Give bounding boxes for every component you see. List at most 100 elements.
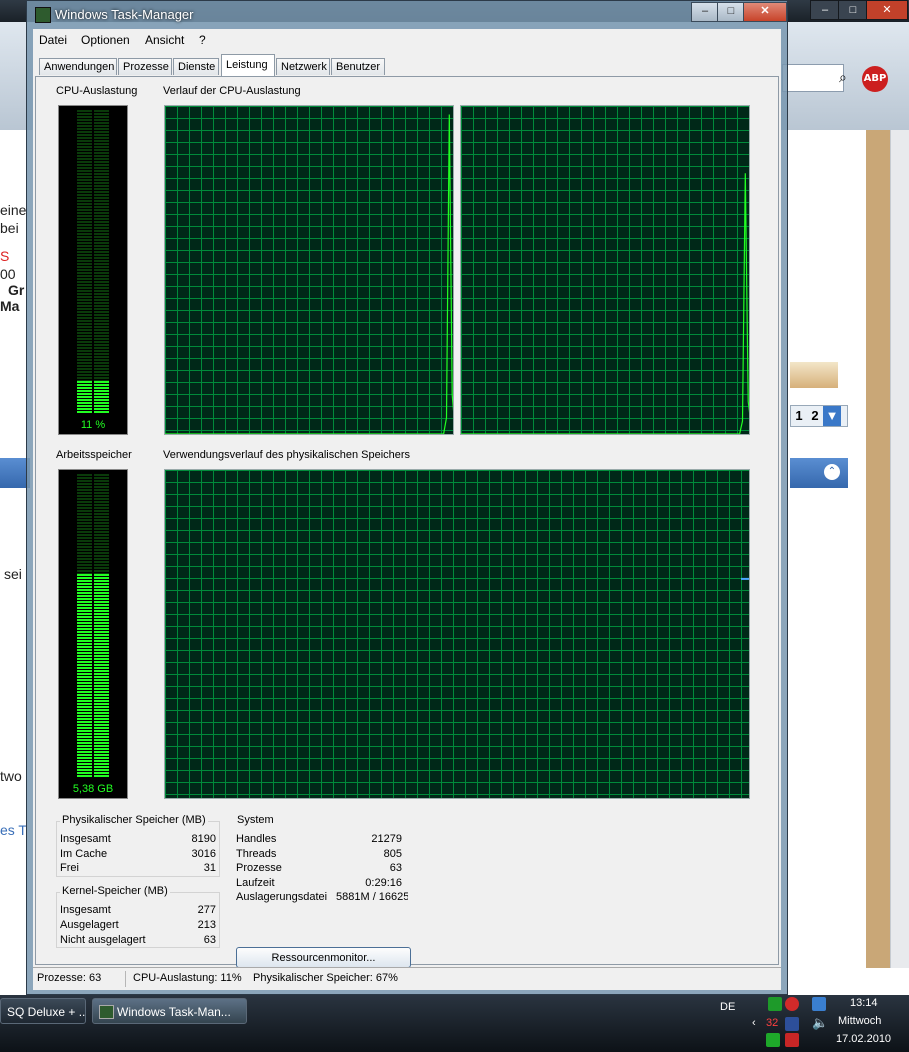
memory-history-label: Verwendungsverlauf des physikalischen Sp… (163, 449, 411, 461)
tray-number: 32 (766, 1017, 779, 1029)
physical-memory-title: Physikalischer Speicher (MB) (60, 814, 208, 826)
stat-label: Auslagerungsdatei (236, 891, 328, 903)
status-cpu: CPU-Auslastung: 11% (133, 972, 242, 984)
menubar: Datei Optionen Ansicht ? (33, 29, 781, 51)
tray-shield-icon[interactable] (766, 1033, 780, 1047)
collapse-icon[interactable]: ⌃ (824, 464, 840, 480)
pager-page-1[interactable]: 1 (791, 406, 807, 426)
search-icon[interactable]: ⌕ (839, 69, 847, 86)
close-button[interactable]: ✕ (743, 2, 787, 22)
volume-icon[interactable]: 🔈 (812, 1015, 828, 1031)
tab-benutzer[interactable]: Benutzer (331, 58, 385, 75)
cpu-history-graph-core-1 (164, 105, 454, 435)
tab-dienste[interactable]: Dienste (173, 58, 219, 75)
background-text: eine (0, 202, 27, 218)
client-area: Datei Optionen Ansicht ? Anwendungen Pro… (33, 29, 781, 990)
status-processes: Prozesse: 63 (37, 972, 102, 984)
cpu-history-label: Verlauf der CPU-Auslastung (163, 85, 301, 97)
stat-label: Prozesse (236, 862, 282, 874)
cpu-history-graph-core-2 (460, 105, 750, 435)
stat-value: 805 (383, 848, 402, 860)
background-panel-header: ⌃ (790, 458, 848, 488)
background-toolbar-icons[interactable] (790, 362, 838, 388)
background-text: Ma (0, 298, 20, 314)
task-manager-taskbar-icon (99, 1005, 114, 1019)
background-side-panel (866, 130, 890, 968)
adblock-icon[interactable]: ABP (862, 66, 888, 92)
cpu-usage-meter: 11 % (58, 105, 128, 435)
stat-value: 0:29:16 (365, 877, 402, 889)
cpu-meter-label: CPU-Auslastung (56, 85, 138, 97)
performance-panel: CPU-Auslastung 11 % Verlauf der CPU-Ausl… (35, 76, 779, 968)
stat-label: Ausgelagert (60, 919, 119, 931)
system-title: System (235, 814, 276, 826)
stat-value: 3016 (191, 848, 216, 860)
background-text: bei (0, 220, 19, 236)
background-text: sei (4, 566, 22, 582)
window-title: Windows Task-Manager (55, 7, 194, 22)
stat-label: Insgesamt (60, 904, 111, 916)
background-pager[interactable]: 1 2 ▼ (790, 405, 848, 427)
cpu-history-line-core-1 (165, 114, 453, 434)
background-text: S (0, 248, 10, 264)
memory-meter-divider (92, 474, 94, 778)
background-text: two (0, 768, 22, 784)
resource-monitor-button[interactable]: Ressourcenmonitor... (236, 947, 411, 968)
maximize-button[interactable]: □ (717, 2, 745, 22)
stat-value: 21279 (371, 833, 402, 845)
task-manager-app-icon (35, 7, 51, 23)
taskbar-item-label: Windows Task-Man... (117, 1005, 231, 1019)
taskbar: SQ Deluxe + ... Windows Task-Man... DE ‹… (0, 995, 909, 1052)
taskbar-item[interactable]: SQ Deluxe + ... (0, 998, 86, 1024)
tab-prozesse[interactable]: Prozesse (118, 58, 172, 75)
cpu-history-series (461, 173, 749, 434)
pager-page-2[interactable]: 2 (807, 406, 823, 426)
memory-history-graph (164, 469, 750, 799)
stat-value: 63 (203, 934, 216, 946)
stat-value: 213 (197, 919, 216, 931)
clock-weekday[interactable]: Mittwoch (838, 1015, 881, 1027)
chevron-down-icon[interactable]: ▼ (823, 406, 841, 426)
clock-date[interactable]: 17.02.2010 (836, 1033, 891, 1045)
tab-leistung[interactable]: Leistung (221, 54, 275, 76)
stat-value: 5881M / 16625M (336, 891, 408, 903)
menu-datei[interactable]: Datei (39, 33, 67, 47)
clock-time[interactable]: 13:14 (850, 997, 878, 1009)
background-close-button[interactable]: ✕ (866, 0, 908, 20)
stat-label: Nicht ausgelagert (60, 934, 146, 946)
tab-netzwerk[interactable]: Netzwerk (276, 58, 330, 75)
stat-value: 31 (203, 862, 216, 874)
stat-value: 63 (389, 862, 402, 874)
tray-alert-icon[interactable] (785, 997, 799, 1011)
menu-optionen[interactable]: Optionen (81, 33, 130, 47)
menu-ansicht[interactable]: Ansicht (145, 33, 184, 47)
stat-label: Laufzeit (236, 877, 275, 889)
memory-meter-label: Arbeitsspeicher (56, 449, 132, 461)
tray-monitor-icon[interactable] (812, 997, 826, 1011)
background-scrollbar[interactable] (890, 130, 909, 968)
tray-antivirus-icon[interactable] (785, 1033, 799, 1047)
stat-label: Frei (60, 862, 79, 874)
background-link[interactable]: es T (0, 822, 27, 838)
stat-label: Insgesamt (60, 833, 111, 845)
menu-help[interactable]: ? (199, 33, 206, 47)
language-indicator[interactable]: DE (720, 1001, 735, 1013)
stat-value: 277 (197, 904, 216, 916)
statusbar: Prozesse: 63 CPU-Auslastung: 11% Physika… (33, 967, 781, 990)
tray-expand-icon[interactable]: ‹ (752, 1017, 756, 1029)
background-minimize-button[interactable]: – (810, 0, 840, 20)
background-text: Gr (8, 282, 25, 298)
background-maximize-button[interactable]: □ (838, 0, 868, 20)
cpu-meter-value: 11 % (80, 419, 106, 431)
tray-network-icon[interactable] (768, 997, 782, 1011)
tab-anwendungen[interactable]: Anwendungen (39, 58, 117, 75)
stat-label: Handles (236, 833, 277, 845)
tray-app-icon[interactable] (785, 1017, 799, 1031)
task-manager-window: Windows Task-Manager – □ ✕ Datei Optione… (26, 0, 788, 995)
titlebar[interactable]: Windows Task-Manager – □ ✕ (27, 1, 787, 28)
minimize-button[interactable]: – (691, 2, 719, 22)
cpu-history-line-core-2 (461, 173, 749, 434)
background-text: 00 (0, 266, 16, 282)
taskbar-item-task-manager[interactable]: Windows Task-Man... (92, 998, 247, 1024)
background-search-box[interactable]: ⌕ (782, 64, 847, 92)
